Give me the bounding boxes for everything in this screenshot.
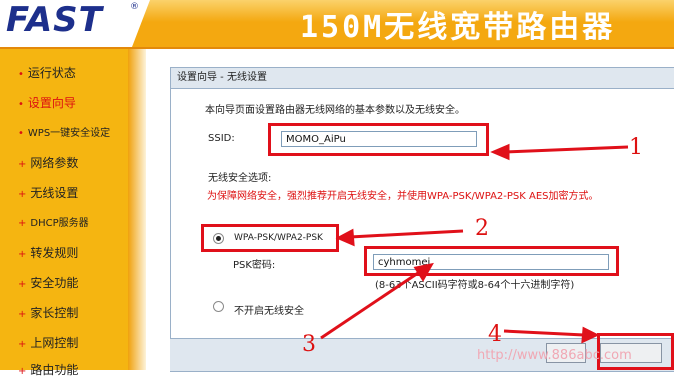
arrowhead-4 xyxy=(581,326,600,344)
annotation-number-3: 3 xyxy=(302,332,316,357)
arrowhead-1 xyxy=(490,143,510,161)
arrow-1 xyxy=(505,145,629,154)
arrow-4 xyxy=(503,329,585,337)
annotation-number-2: 2 xyxy=(475,216,489,241)
arrowhead-2 xyxy=(335,228,355,247)
annotation-arrows xyxy=(320,143,629,344)
arrowhead-3 xyxy=(413,262,434,282)
annotation-number-1: 1 xyxy=(629,135,643,160)
arrow-3 xyxy=(320,269,422,340)
annotation-number-4: 4 xyxy=(488,322,502,347)
watermark: http://www.886abc.com xyxy=(477,348,632,363)
arrow-2 xyxy=(349,229,464,239)
